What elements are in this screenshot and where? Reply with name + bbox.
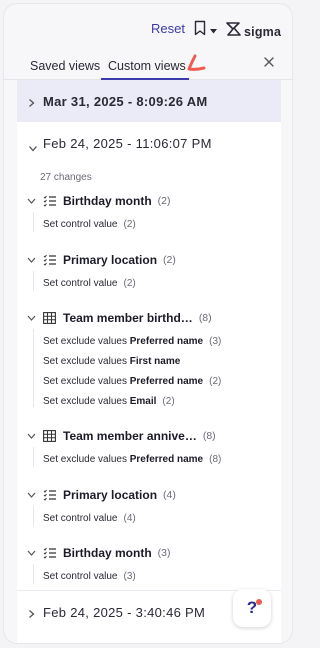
group-connector (33, 271, 34, 291)
group-connector (33, 506, 34, 526)
bookmark-icon (194, 20, 206, 41)
group-connector (33, 329, 34, 407)
change-group-header[interactable]: Team member birthd… (8) (27, 309, 212, 327)
chevron-down-icon (27, 550, 37, 556)
custom-views-panel: Reset sigma Saved views Custom views Mar… (3, 3, 293, 644)
reset-button[interactable]: Reset (151, 21, 185, 36)
group-count: (8) (202, 430, 216, 442)
version-row[interactable]: Mar 31, 2025 - 8:09:26 AM (17, 80, 281, 122)
close-icon[interactable] (262, 55, 276, 69)
tab-saved-views[interactable]: Saved views (30, 59, 100, 73)
group-name: Primary location (63, 488, 158, 502)
views-tabs: Saved views Custom views (4, 50, 292, 80)
list-filter-icon (43, 488, 57, 502)
version-history-list: Mar 31, 2025 - 8:09:26 AM Feb 24, 2025 -… (17, 80, 281, 643)
chevron-down-icon (27, 433, 37, 439)
chevron-down-icon (27, 198, 37, 204)
list-filter-icon (43, 253, 57, 267)
group-name: Primary location (63, 253, 158, 267)
chevron-down-icon (27, 257, 37, 263)
change-group-header[interactable]: Birthday month (2) (27, 192, 171, 210)
version-timestamp: Mar 31, 2025 - 8:09:26 AM (43, 93, 208, 109)
notification-dot (256, 599, 262, 605)
chevron-right-icon (28, 606, 35, 624)
group-connector (33, 447, 34, 467)
group-name: Team member birthd… (63, 311, 193, 325)
changes-count: 27 changes (40, 172, 92, 183)
change-item[interactable]: Set control value (2) (43, 278, 136, 289)
group-count: (2) (157, 195, 171, 207)
change-item[interactable]: Set exclude values First name (43, 356, 180, 367)
sigma-logo: sigma (226, 22, 281, 41)
version-timestamp: Feb 24, 2025 - 11:06:07 PM (43, 135, 212, 151)
change-group-header[interactable]: Primary location (4) (27, 486, 176, 504)
chevron-down-icon (28, 139, 38, 157)
tab-custom-views[interactable]: Custom views (108, 59, 186, 73)
change-item[interactable]: Set control value (2) (43, 219, 136, 230)
change-item[interactable]: Set control value (4) (43, 513, 136, 524)
change-group-header[interactable]: Birthday month (3) (27, 544, 171, 562)
group-count: (2) (163, 254, 176, 266)
table-icon (43, 429, 57, 443)
panel-header: Reset sigma (4, 4, 292, 50)
group-count: (3) (157, 547, 171, 559)
group-name: Birthday month (63, 194, 152, 208)
list-filter-icon (43, 546, 57, 560)
change-item[interactable]: Set exclude values Email (2) (43, 396, 175, 407)
bookmark-dropdown-button[interactable] (194, 20, 218, 40)
group-count: (4) (163, 489, 176, 501)
group-connector (33, 212, 34, 232)
chevron-right-icon (28, 95, 35, 113)
help-button[interactable]: ? (233, 589, 271, 627)
change-item[interactable]: Set exclude values Preferred name (8) (43, 454, 221, 465)
group-name: Team member annive… (63, 429, 197, 443)
change-group-header[interactable]: Team member annive… (8) (27, 427, 216, 445)
sigma-logo-text: sigma (244, 24, 282, 39)
list-filter-icon (43, 194, 57, 208)
group-name: Birthday month (63, 546, 152, 560)
group-connector (33, 564, 34, 584)
group-count: (8) (198, 312, 212, 324)
chevron-down-icon (27, 492, 37, 498)
annotation-arrow-icon (186, 54, 208, 79)
change-item[interactable]: Set exclude values Preferred name (3) (43, 336, 221, 347)
version-timestamp: Feb 24, 2025 - 3:40:46 PM (43, 604, 206, 620)
table-icon (43, 311, 57, 325)
sigma-logo-icon (226, 22, 242, 41)
change-item[interactable]: Set exclude values Preferred name (2) (43, 376, 221, 387)
chevron-down-icon (27, 315, 37, 321)
caret-down-icon (210, 21, 217, 39)
version-row[interactable]: Feb 24, 2025 - 11:06:07 PM (17, 122, 281, 164)
change-group-header[interactable]: Primary location (2) (27, 251, 176, 269)
change-item[interactable]: Set control value (3) (43, 571, 136, 582)
